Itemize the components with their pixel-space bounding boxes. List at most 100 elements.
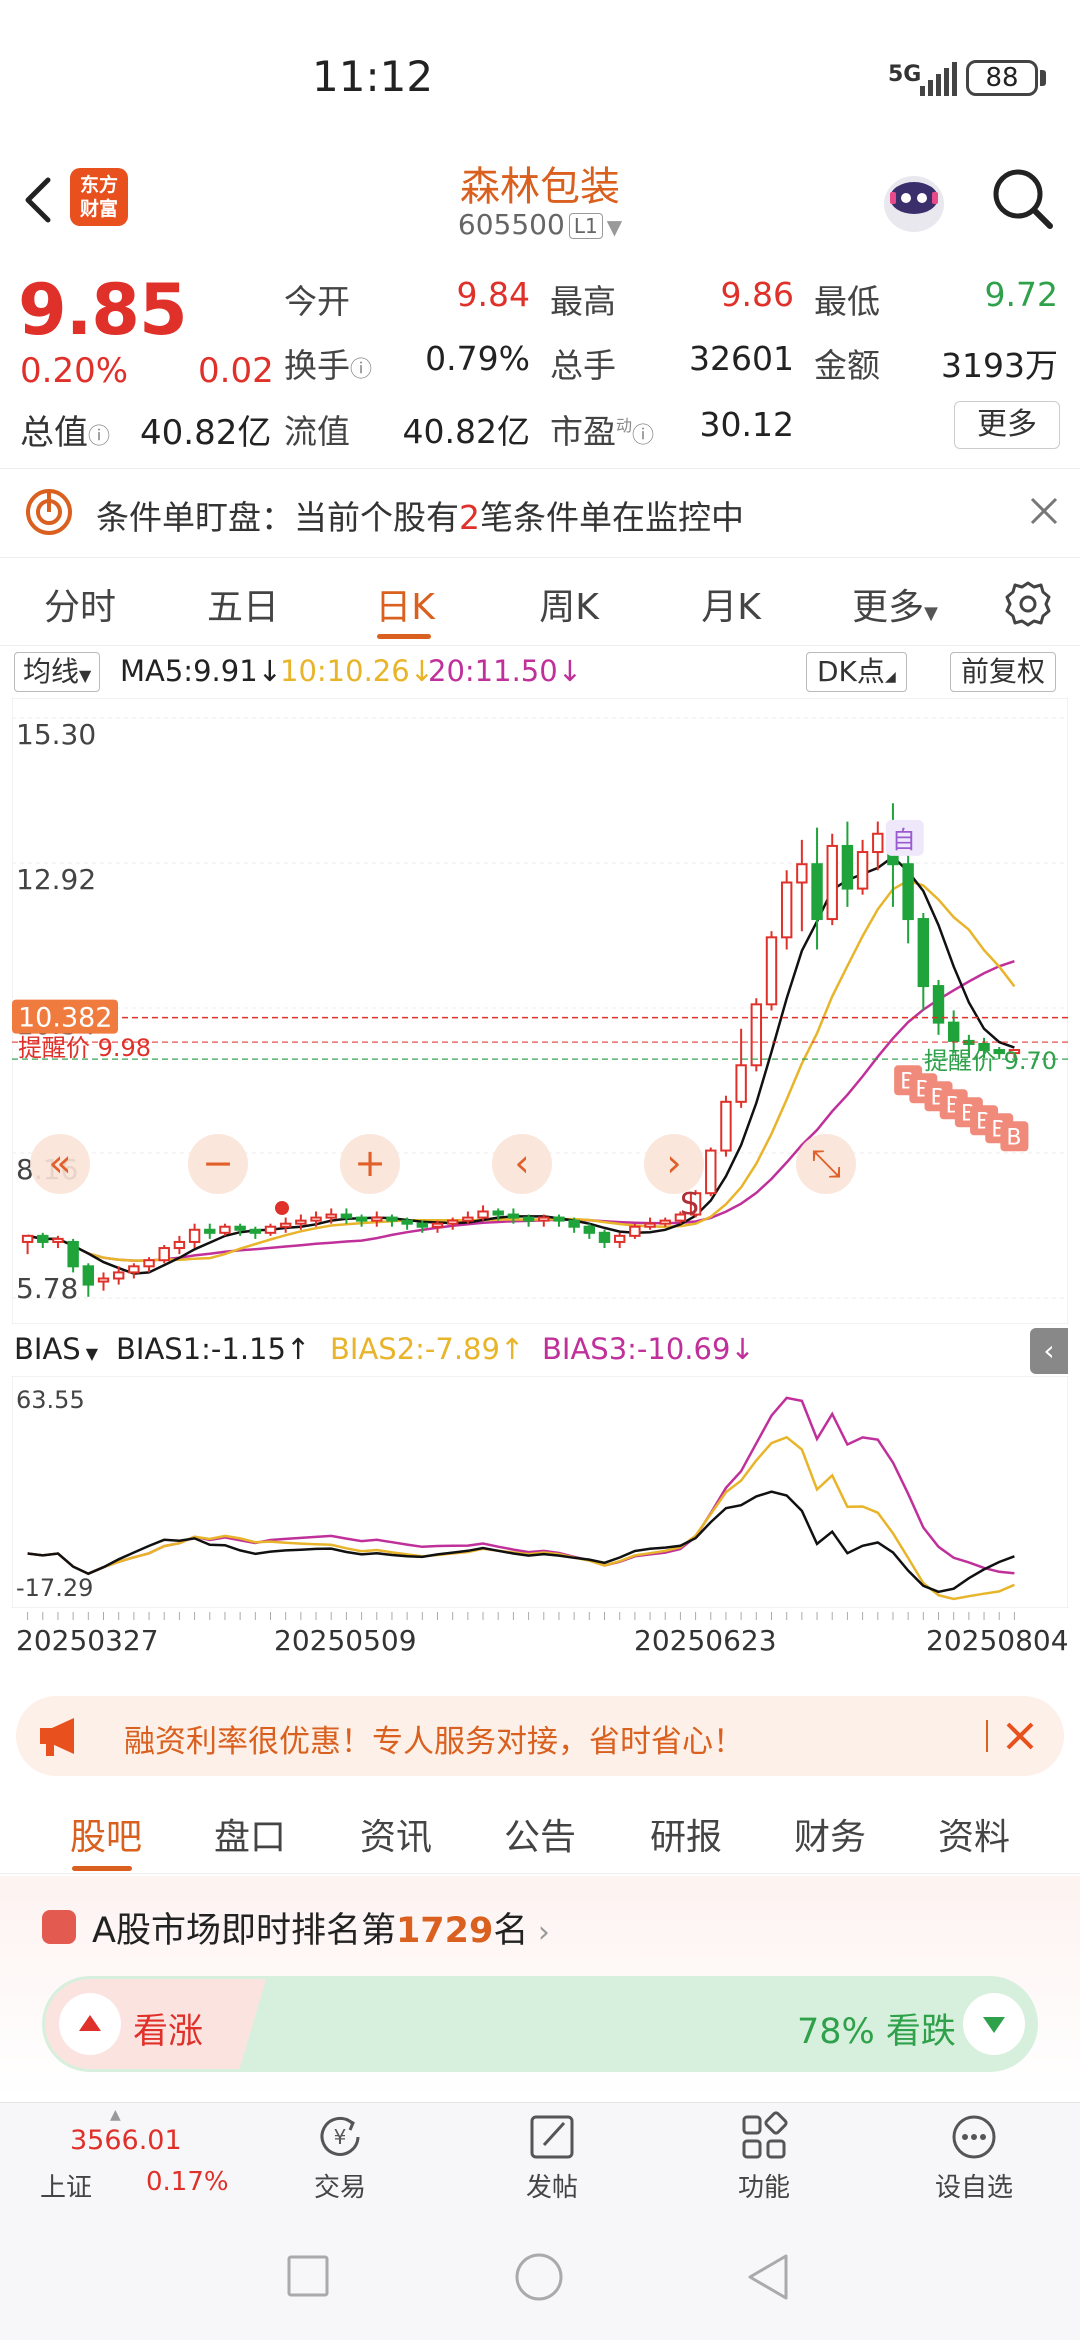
candle-body (128, 1265, 140, 1274)
candle-body (780, 881, 793, 939)
system-nav-bar (0, 2212, 1080, 2340)
info-icon: ⓘ (88, 424, 111, 450)
nav-post[interactable]: 发帖 (482, 2109, 622, 2209)
recents-icon[interactable] (286, 2254, 330, 2298)
tab-research[interactable]: 研报 (616, 1808, 756, 1860)
index-name: 上证 (40, 2173, 93, 2203)
tab-weekly-k[interactable]: 周K (494, 578, 644, 630)
tab-forum[interactable]: 股吧 (36, 1808, 176, 1860)
bias-chart[interactable]: 63.55 -17.29 (12, 1376, 1068, 1608)
bias2-line (27, 1435, 1015, 1601)
candle-body (158, 1247, 170, 1262)
zoom-out-icon[interactable]: − (188, 1134, 248, 1194)
back-icon[interactable] (18, 170, 58, 230)
tab-monthly-k[interactable]: 月K (656, 578, 806, 630)
date-tick-marks (27, 1612, 1015, 1620)
search-icon[interactable] (990, 166, 1056, 232)
candlestick-chart[interactable]: 15.3012.9210.548.165.7810.382提醒价 9.98提醒价… (12, 698, 1068, 1324)
app-logo[interactable]: 东方 财富 (70, 168, 128, 226)
back-nav-icon[interactable] (746, 2252, 792, 2302)
candle-body (902, 863, 914, 921)
candle-body (295, 1219, 307, 1225)
ma-selector[interactable]: 均线▼ (14, 652, 101, 692)
ranking-suffix: 名 (493, 1911, 529, 1951)
home-icon[interactable] (514, 2252, 564, 2302)
promo-text: 融资利率很优惠！专人服务对接，省时省心！ (124, 1724, 744, 1760)
tab-intraday[interactable]: 分时 (5, 578, 155, 630)
dk-point-button[interactable]: DK点◢ (806, 652, 907, 692)
tab-announcements[interactable]: 公告 (470, 1808, 610, 1860)
nav-functions[interactable]: 功能 (694, 2109, 834, 2209)
tab-daily-k[interactable]: 日K (330, 578, 480, 630)
ma5-value: MA5:9.91↓ (120, 654, 282, 688)
nav-functions-label: 功能 (737, 2173, 790, 2203)
y-tick-label: 5.78 (16, 1272, 78, 1305)
current-price-label: 10.382 (18, 1003, 112, 1034)
candle-body (143, 1259, 155, 1268)
bottom-nav: ▲ 3566.01 上证 0.17% ¥ 交易 发帖 功能 设自选 (0, 2102, 1080, 2212)
candle-body (234, 1225, 246, 1231)
candle-body (21, 1234, 34, 1243)
ranking-number: 1729 (395, 1911, 494, 1951)
market-cap-label[interactable]: 总值ⓘ (20, 405, 110, 454)
expand-icon[interactable]: ⤡ (796, 1134, 856, 1194)
gear-icon[interactable] (1004, 580, 1052, 628)
bias3-line (27, 1396, 1015, 1576)
ma20-value: 20:11.50↓ (428, 654, 582, 688)
candle-body (219, 1225, 231, 1234)
tab-financials[interactable]: 财务 (760, 1808, 900, 1860)
candle-body (811, 863, 823, 921)
bias2-value: BIAS2:-7.89↑ (330, 1332, 525, 1366)
double-left-icon[interactable]: « (30, 1134, 90, 1194)
date-tick: 20250327 (16, 1624, 159, 1657)
tab-more-label: 更多 (852, 587, 925, 628)
y-tick-label: 15.30 (16, 718, 96, 751)
double-left-icon-glyph: « (48, 1141, 71, 1185)
close-icon[interactable] (1024, 491, 1064, 531)
candle-body (720, 1100, 732, 1152)
candle-body (310, 1216, 322, 1222)
zoom-in-icon-glyph: + (354, 1141, 386, 1185)
condition-order-banner[interactable]: 条件单盯盘：当前个股有2笔条件单在监控中 (0, 468, 1080, 558)
candle-body (477, 1210, 489, 1219)
candle-body (446, 1219, 459, 1225)
tab-orderbook[interactable]: 盘口 (180, 1808, 320, 1860)
price-adjust-button[interactable]: 前复权 (950, 652, 1057, 692)
candle-body (37, 1234, 49, 1243)
chevron-left-icon[interactable]: ‹ (492, 1134, 552, 1194)
promo-banner[interactable]: 融资利率很优惠！专人服务对接，省时省心！ (16, 1696, 1064, 1776)
candle-body (629, 1225, 641, 1237)
date-tick: 20250509 (274, 1624, 417, 1657)
nav-watchlist[interactable]: 设自选 (904, 2109, 1044, 2209)
nav-trade[interactable]: ¥ 交易 (270, 2109, 410, 2209)
candle-body (917, 918, 930, 988)
chevron-right-icon: › (528, 1915, 550, 1950)
candle-body (401, 1219, 413, 1225)
candle-body (279, 1222, 292, 1228)
robot-assistant-icon[interactable] (876, 162, 952, 238)
candle-body (325, 1213, 337, 1219)
tab-news[interactable]: 资讯 (326, 1808, 466, 1860)
stock-code[interactable]: 605500 L1 ▼ (380, 208, 700, 241)
bear-arrow-icon[interactable] (963, 1993, 1025, 2055)
candle-body (492, 1210, 504, 1216)
chevron-right-icon[interactable]: › (644, 1134, 704, 1194)
info-icon: ⓘ (350, 357, 373, 383)
bias-selector[interactable]: BIAS ▼ (14, 1332, 98, 1366)
zoom-in-icon[interactable]: + (340, 1134, 400, 1194)
tab-five-day[interactable]: 五日 (168, 578, 318, 630)
tab-profile[interactable]: 资料 (904, 1808, 1044, 1860)
ranking-text[interactable]: A股市场即时排名第1729名 › (92, 1902, 550, 1953)
tab-more[interactable]: 更多▼ (820, 578, 970, 630)
close-icon[interactable] (1002, 1718, 1038, 1754)
panel-collapse-icon[interactable]: ‹ (1030, 1328, 1068, 1374)
more-button[interactable]: 更多 (954, 401, 1060, 449)
volume-value: 32601 (689, 339, 794, 378)
turnover-label[interactable]: 换手ⓘ (284, 339, 372, 387)
stock-code-text: 605500 (457, 208, 565, 241)
bull-arrow-icon[interactable] (59, 1993, 121, 2055)
pe-label[interactable]: 市盈动ⓘ (550, 405, 654, 453)
bias-y-tick: 63.55 (16, 1386, 85, 1414)
index-value[interactable]: 3566.01 (70, 2125, 182, 2156)
candle-body (82, 1265, 95, 1286)
